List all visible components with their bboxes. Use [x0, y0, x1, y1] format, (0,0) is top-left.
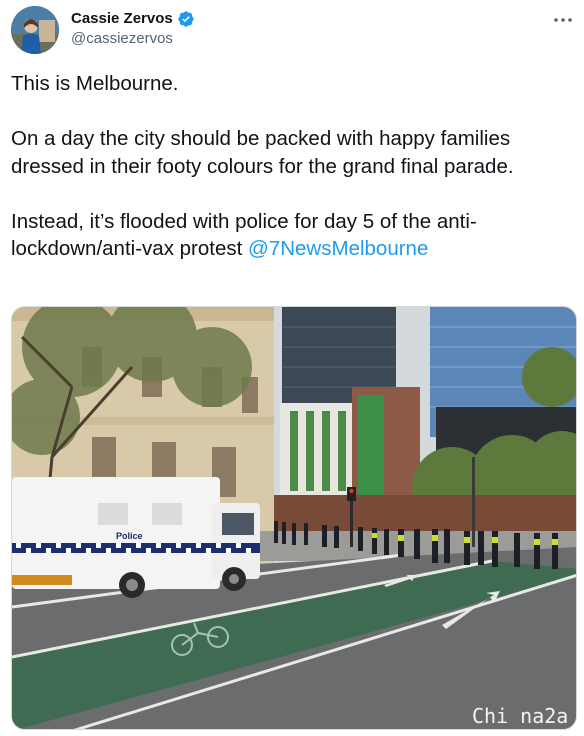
author-names: Cassie Zervos @cassiezervos: [71, 9, 195, 49]
tweet-line-3: Instead, it’s flooded with police for da…: [11, 208, 575, 263]
verified-badge-icon: [177, 10, 195, 28]
tweet-text: This is Melbourne. On a day the city sho…: [11, 70, 575, 263]
more-options-icon[interactable]: [551, 8, 575, 32]
tweet-photo[interactable]: Police Chi na2a: [11, 306, 577, 730]
van-label: Police: [116, 531, 143, 541]
author-display-name-row[interactable]: Cassie Zervos: [71, 9, 195, 29]
author-handle[interactable]: @cassiezervos: [71, 29, 195, 49]
avatar[interactable]: [11, 6, 59, 54]
mention-link[interactable]: @7NewsMelbourne: [248, 237, 428, 260]
author-display-name[interactable]: Cassie Zervos: [71, 9, 173, 29]
photo-watermark: Chi na2a: [472, 704, 568, 728]
tweet-line-1: This is Melbourne.: [11, 72, 179, 95]
tweet-line-2: On a day the city should be packed with …: [11, 127, 514, 178]
tweet-header: Cassie Zervos @cassiezervos: [11, 6, 577, 56]
